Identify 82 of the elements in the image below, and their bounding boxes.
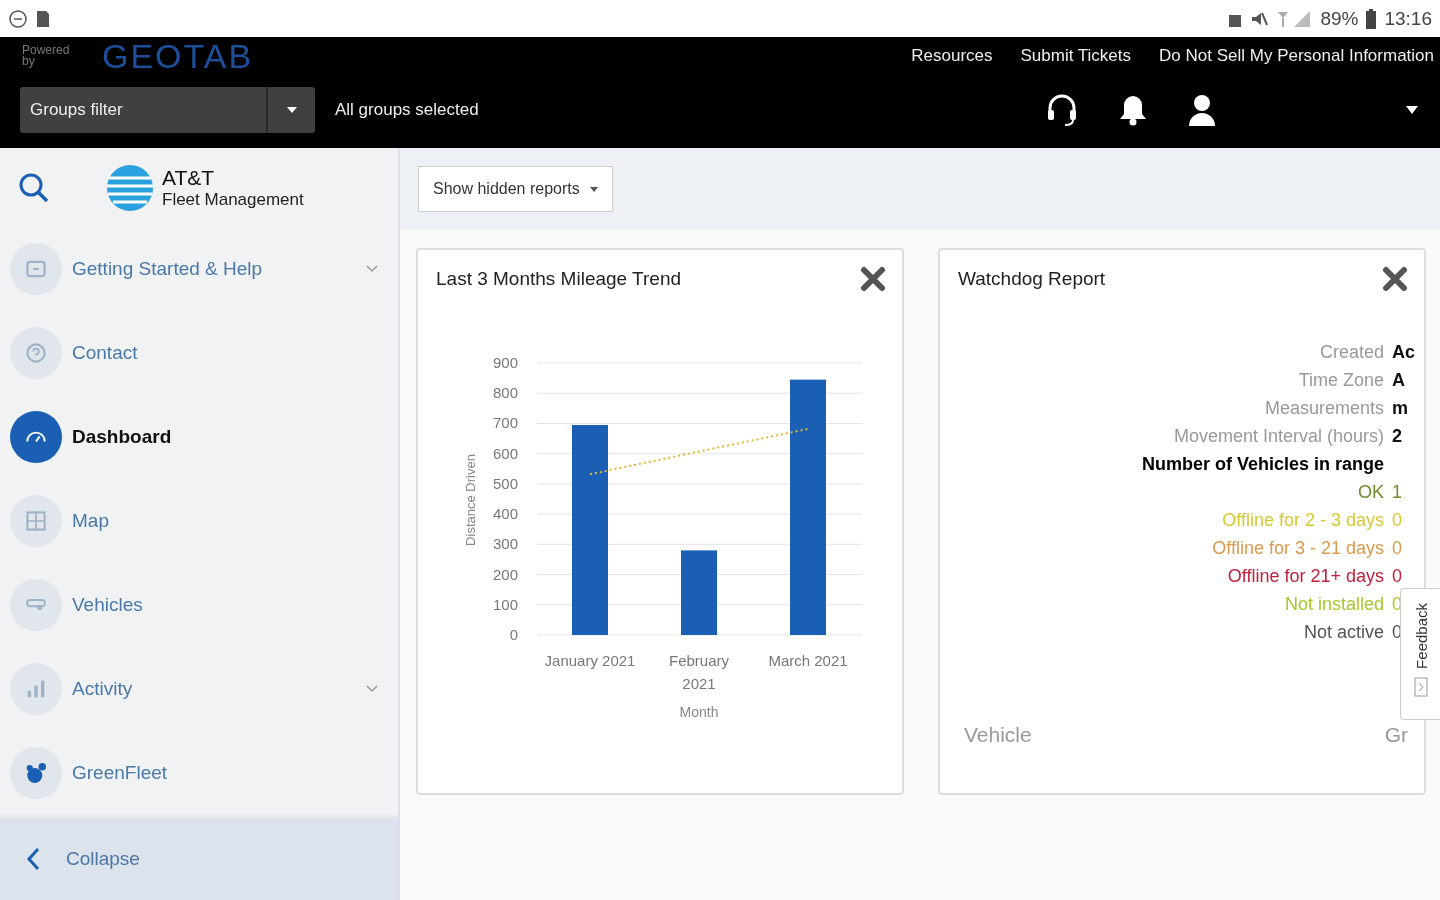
groups-filter[interactable]: Groups filter [20, 87, 266, 133]
range-label: Offline for 21+ days [1226, 566, 1384, 587]
nav-item[interactable]: Contact [0, 311, 398, 396]
nav-item[interactable]: Map [0, 479, 398, 564]
axis-tick-label: 0 [509, 626, 518, 643]
nav-item-icon [26, 763, 46, 784]
nav-item[interactable]: Vehicles [0, 563, 398, 648]
battery-level: 89% [1320, 7, 1359, 30]
range-count: 0 [1392, 510, 1403, 531]
card-title: Last 3 Months Mileage Trend [436, 268, 682, 290]
blocked-icon [8, 8, 28, 29]
search-icon[interactable] [18, 171, 50, 204]
nav-item-icon [26, 511, 46, 532]
range-count: 0 [1392, 566, 1403, 587]
column-header: Gr [1384, 723, 1408, 747]
header-link[interactable]: Resources [911, 46, 993, 66]
nav-item-icon [26, 259, 46, 280]
header-link[interactable]: Submit Tickets [1020, 46, 1132, 66]
powered-by-label: Powered by [22, 45, 71, 67]
field-label: Movement Interval (hours) [1172, 426, 1384, 447]
range-label: OK [1357, 482, 1384, 503]
brand-title: AT&T [162, 165, 216, 190]
bell-icon[interactable] [1118, 94, 1148, 126]
collapse-button[interactable]: Collapse [0, 815, 398, 900]
caret-icon [589, 186, 598, 192]
brand-logo: GEOTAB [102, 36, 254, 76]
show-hidden-reports-button[interactable]: Show hidden reports [418, 166, 613, 212]
header-link[interactable]: Do Not Sell My Personal Information [1159, 46, 1434, 66]
caret-icon[interactable] [1406, 106, 1418, 114]
nav-item-icon [26, 679, 46, 700]
axis-tick-label: March 2021 [768, 652, 848, 669]
axis-tick-label: 300 [492, 535, 518, 553]
axis-tick-label: January 2021 [544, 652, 636, 669]
field-value: 2 [1392, 426, 1403, 447]
range-label: Not installed [1283, 594, 1384, 615]
close-icon[interactable] [860, 266, 886, 292]
field-value: m [1392, 398, 1409, 419]
field-label: Created [1318, 342, 1384, 363]
feedback-icon [1413, 676, 1428, 697]
range-count: 1 [1392, 482, 1403, 503]
chevron-icon[interactable] [366, 685, 378, 694]
globe-logo-icon [106, 163, 154, 212]
field-label: Measurements [1263, 398, 1384, 419]
range-count: 0 [1392, 538, 1403, 559]
nav-item[interactable]: GreenFleet [0, 731, 398, 816]
axis-tick-label: 600 [492, 444, 518, 462]
column-header: Vehicle [964, 723, 1032, 747]
axis-tick-label: 700 [492, 414, 518, 432]
field-value: Ac [1392, 342, 1416, 363]
sd-card-icon [36, 9, 50, 28]
axis-tick-label: 400 [492, 505, 518, 523]
signal-icon [1276, 9, 1313, 28]
card-title: Watchdog Report [958, 268, 1106, 290]
close-icon[interactable] [1382, 266, 1408, 292]
nav-item[interactable]: Activity [0, 647, 398, 732]
axis-title: Distance Driven [463, 454, 478, 546]
groups-status: All groups selected [335, 100, 479, 120]
axis-title: Month [679, 704, 719, 720]
field-label: Time Zone [1297, 370, 1384, 391]
axis-tick-label: 900 [492, 354, 518, 371]
feedback-tab[interactable]: Feedback [1400, 588, 1440, 720]
section-heading: Number of Vehicles in range [1141, 454, 1384, 475]
nav-item[interactable]: Dashboard [0, 395, 398, 480]
range-label: Not active [1302, 622, 1384, 643]
user-icon[interactable] [1188, 94, 1216, 126]
caret-icon [286, 107, 297, 113]
nav-item-icon [26, 343, 46, 364]
axis-tick-label: February 2021 [669, 652, 729, 692]
axis-tick-label: 100 [492, 595, 518, 613]
axis-tick-label: 500 [492, 474, 518, 492]
field-value: A [1392, 370, 1406, 391]
range-label: Offline for 3 - 21 days [1211, 538, 1384, 559]
chevron-icon[interactable] [366, 265, 378, 274]
battery-icon [1366, 8, 1377, 29]
chevron-left-icon [26, 847, 40, 871]
axis-tick-label: 800 [492, 384, 518, 402]
axis-tick-label: 200 [492, 565, 518, 583]
nav-item[interactable]: Getting Started & Help [0, 227, 398, 312]
brand-subtitle: Fleet Management [162, 189, 304, 210]
range-label: Offline for 2 - 3 days [1221, 510, 1384, 531]
headset-icon[interactable] [1046, 93, 1078, 127]
clock: 13:16 [1384, 7, 1432, 30]
